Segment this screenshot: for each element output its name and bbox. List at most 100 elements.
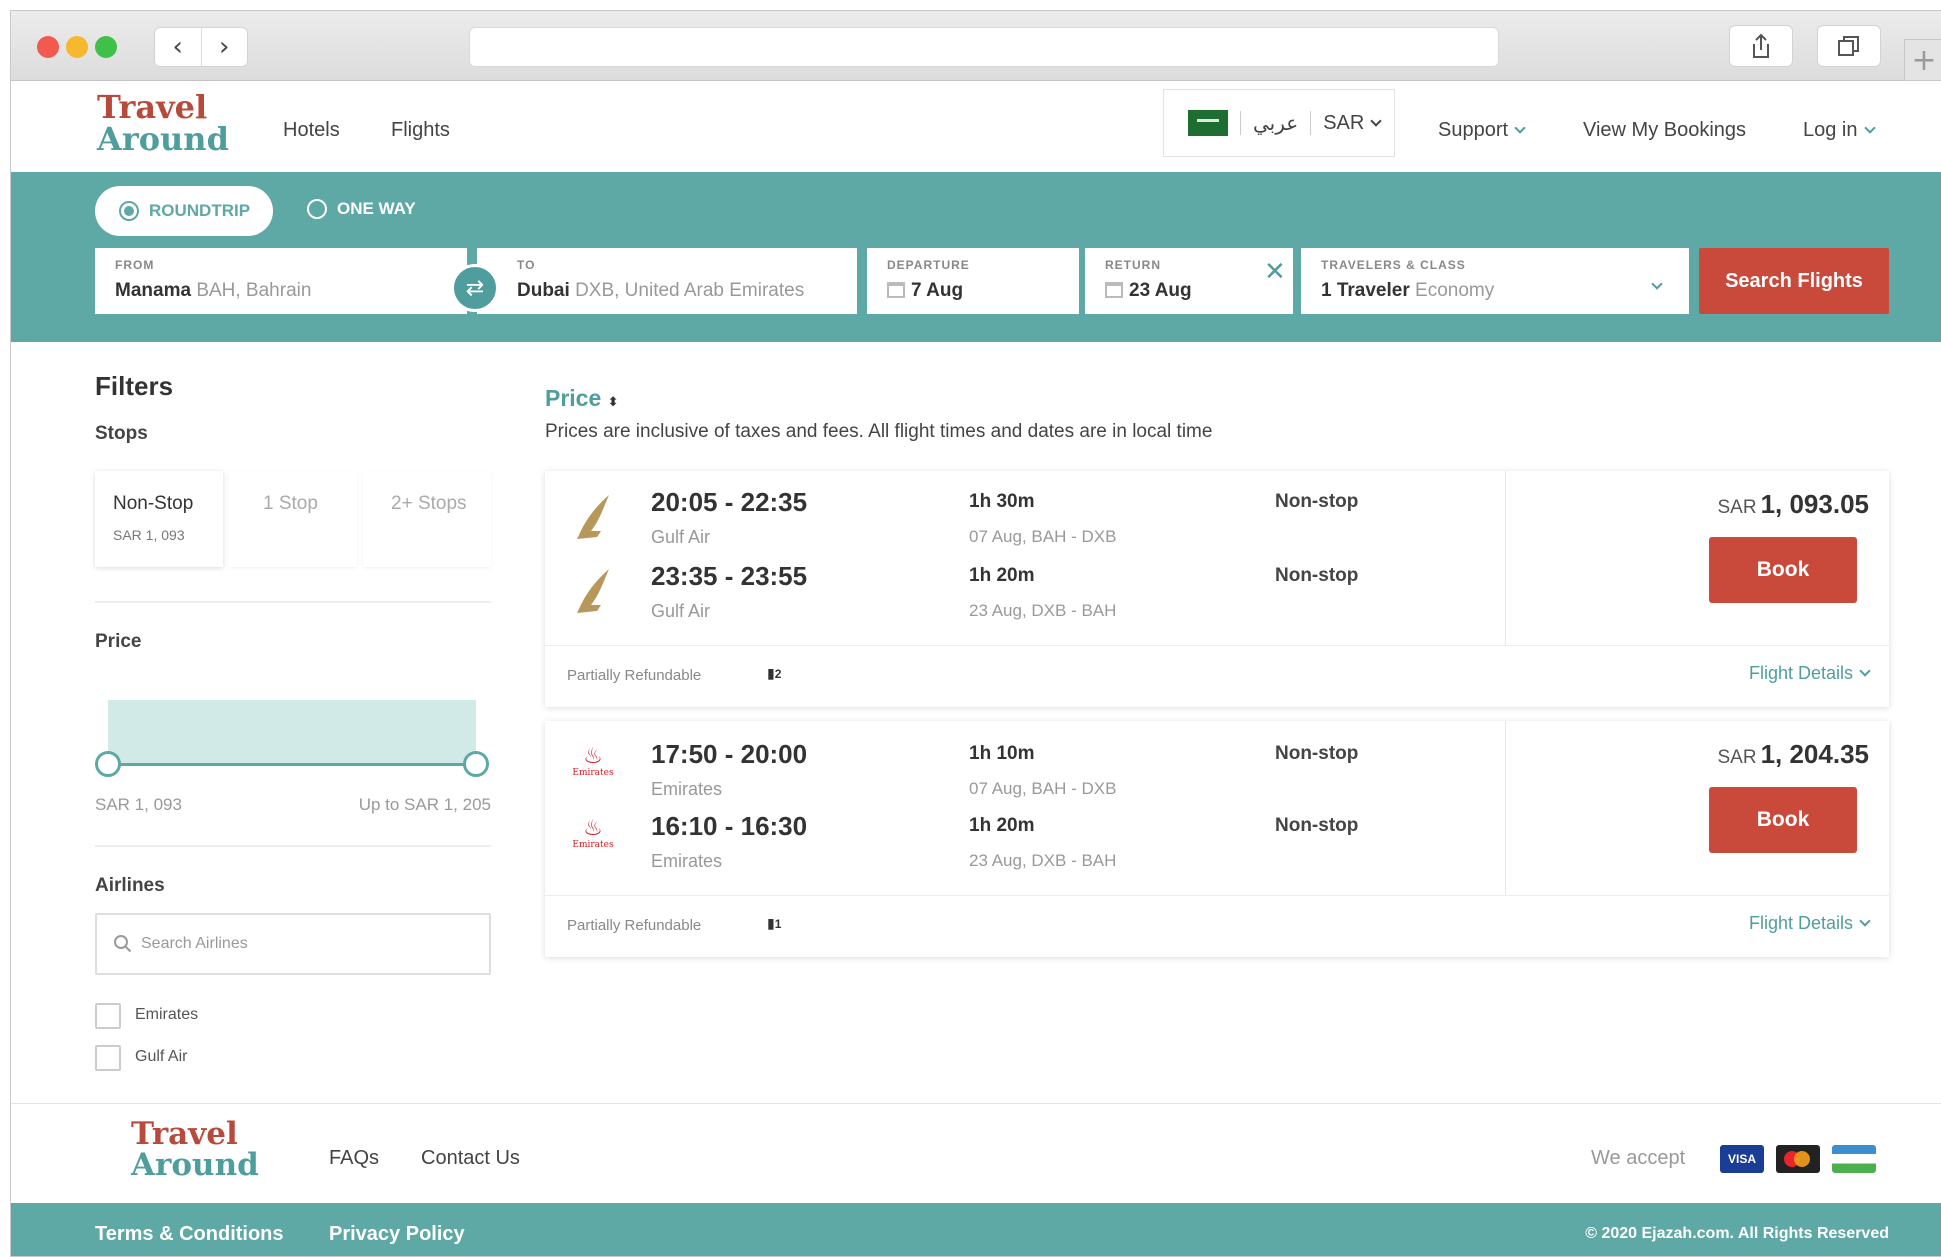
browser-window: ‹ › + Travel Around Hotels Flights عربي … — [10, 10, 1941, 1257]
book-button[interactable]: Book — [1709, 787, 1857, 853]
address-bar[interactable] — [469, 27, 1499, 67]
calendar-icon — [887, 282, 905, 298]
card-footer-divider — [545, 645, 1889, 646]
leg-airline: Gulf Air — [651, 601, 711, 621]
locale-selector[interactable]: عربي SAR — [1163, 89, 1395, 157]
book-button[interactable]: Book — [1709, 537, 1857, 603]
trip-type-roundtrip[interactable]: ROUNDTRIP — [95, 186, 273, 236]
travel-class: Economy — [1415, 280, 1495, 301]
emirates-logo-icon: ♨ Emirates — [572, 816, 614, 851]
to-field[interactable]: TO Dubai DXB, United Arab Emirates — [477, 248, 857, 314]
price-slider-max-handle[interactable] — [463, 751, 489, 777]
currency-selector[interactable]: SAR — [1323, 111, 1383, 135]
price-histogram — [108, 700, 476, 764]
leg-stops: Non-stop — [1275, 565, 1359, 586]
price-slider-track[interactable] — [108, 763, 476, 766]
nav-login[interactable]: Log in — [1803, 119, 1876, 142]
trip-type-oneway[interactable]: ONE WAY — [307, 199, 416, 219]
emirates-logo-icon: ♨ Emirates — [572, 744, 614, 779]
search-flights-button[interactable]: Search Flights — [1699, 248, 1889, 314]
search-icon — [114, 935, 132, 953]
baggage-icon: ▮1 — [767, 915, 782, 931]
leg-route: 07 Aug, BAH - DXB — [969, 779, 1117, 798]
departure-value: 7 Aug — [911, 280, 964, 301]
clear-return-icon[interactable]: ✕ — [1264, 257, 1286, 287]
price-currency: SAR — [1717, 747, 1757, 768]
divider — [95, 601, 491, 603]
flight-details-label: Flight Details — [1748, 663, 1853, 683]
language-arabic[interactable]: عربي — [1253, 111, 1298, 136]
baggage-icon: ▮2 — [767, 665, 782, 681]
footer-brand-logo[interactable]: Travel Around — [131, 1119, 259, 1181]
stop-option-1stop[interactable]: 1 Stop — [229, 471, 357, 567]
flight-details-toggle[interactable]: Flight Details — [1749, 913, 1871, 934]
privacy-link[interactable]: Privacy Policy — [329, 1223, 465, 1246]
nav-support[interactable]: Support — [1438, 119, 1526, 142]
gulf-air-logo-icon — [577, 569, 609, 613]
forward-arrow-icon[interactable]: › — [202, 28, 248, 66]
refund-status: Partially Refundable — [567, 917, 702, 934]
return-label: RETURN — [1105, 258, 1161, 272]
footer-faqs-link[interactable]: FAQs — [329, 1147, 379, 1170]
airline-label-emirates: Emirates — [135, 1006, 199, 1023]
from-city: Manama — [115, 280, 192, 301]
leg-route: 07 Aug, BAH - DXB — [969, 527, 1117, 546]
leg-airline: Emirates — [651, 779, 723, 799]
search-airlines-input[interactable]: Search Airlines — [95, 913, 491, 975]
flight-details-toggle[interactable]: Flight Details — [1748, 663, 1871, 684]
stop-option-nonstop[interactable]: Non-Stop SAR 1, 093 — [95, 471, 223, 567]
leg-airline: Emirates — [651, 851, 723, 871]
to-detail: DXB, United Arab Emirates — [575, 280, 805, 301]
stop-option-2plus[interactable]: 2+ Stops — [363, 471, 491, 567]
departure-field[interactable]: DEPARTURE 7 Aug — [867, 248, 1079, 314]
return-value: 23 Aug — [1129, 280, 1192, 301]
footer-logo-line2: Around — [131, 1147, 259, 1183]
leg-stops: Non-stop — [1275, 815, 1359, 836]
terms-link[interactable]: Terms & Conditions — [95, 1223, 284, 1246]
nav-support-label: Support — [1438, 119, 1509, 141]
new-tab-icon[interactable]: + — [1904, 39, 1941, 81]
currency-label: SAR — [1323, 111, 1365, 134]
stop-option-label: 2+ Stops — [391, 493, 467, 514]
return-field[interactable]: RETURN 23 Aug — [1085, 248, 1293, 314]
footer-contact-link[interactable]: Contact Us — [421, 1147, 520, 1170]
price-value: 1, 093.05 — [1760, 489, 1869, 519]
stop-option-label: Non-Stop — [113, 493, 194, 514]
back-arrow-icon[interactable]: ‹ — [155, 28, 202, 66]
tabs-overview-icon[interactable] — [1817, 25, 1881, 67]
price-slider-min-handle[interactable] — [95, 751, 121, 777]
leg-time: 17:50 - 20:00 — [651, 739, 808, 769]
to-city: Dubai — [517, 280, 570, 301]
stop-option-label: 1 Stop — [263, 493, 318, 514]
radio-unchecked-icon — [307, 199, 327, 219]
roundtrip-label: ROUNDTRIP — [149, 201, 251, 220]
share-icon[interactable] — [1729, 25, 1793, 67]
airline-checkbox-gulf-air[interactable] — [95, 1045, 121, 1071]
leg-time: 23:35 - 23:55 — [651, 561, 808, 591]
chevron-down-icon — [1370, 114, 1383, 127]
maximize-window-button[interactable] — [95, 36, 117, 58]
footer-logo-line1: Travel — [131, 1116, 238, 1152]
results-note: Prices are inclusive of taxes and fees. … — [545, 421, 1213, 442]
nav-hotels[interactable]: Hotels — [283, 119, 340, 142]
travelers-class-field[interactable]: TRAVELERS & CLASS 1 Traveler Economy — [1301, 248, 1689, 314]
flight-price: SAR 1, 204.35 — [1717, 739, 1869, 770]
leg-duration: 1h 10m — [969, 743, 1035, 764]
chevron-down-icon — [1514, 122, 1526, 134]
price-min-label: SAR 1, 093 — [95, 795, 182, 814]
nav-flights[interactable]: Flights — [391, 119, 450, 142]
minimize-window-button[interactable] — [66, 36, 88, 58]
leg-route: 23 Aug, DXB - BAH — [969, 851, 1117, 870]
travelers-value: 1 Traveler — [1321, 280, 1410, 301]
close-window-button[interactable] — [37, 36, 59, 58]
leg-route: 23 Aug, DXB - BAH — [969, 601, 1117, 620]
sort-label: Price — [545, 385, 602, 411]
nav-view-bookings[interactable]: View My Bookings — [1583, 119, 1746, 142]
nav-login-label: Log in — [1803, 119, 1858, 141]
sort-by-price[interactable]: Price ⬍ — [545, 385, 619, 412]
brand-logo[interactable]: Travel Around — [97, 91, 229, 155]
mastercard-icon — [1776, 1145, 1820, 1173]
swap-icon[interactable]: ⇄ — [451, 264, 499, 312]
from-field[interactable]: FROM Manama BAH, Bahrain — [95, 248, 467, 314]
airline-checkbox-emirates[interactable] — [95, 1003, 121, 1029]
